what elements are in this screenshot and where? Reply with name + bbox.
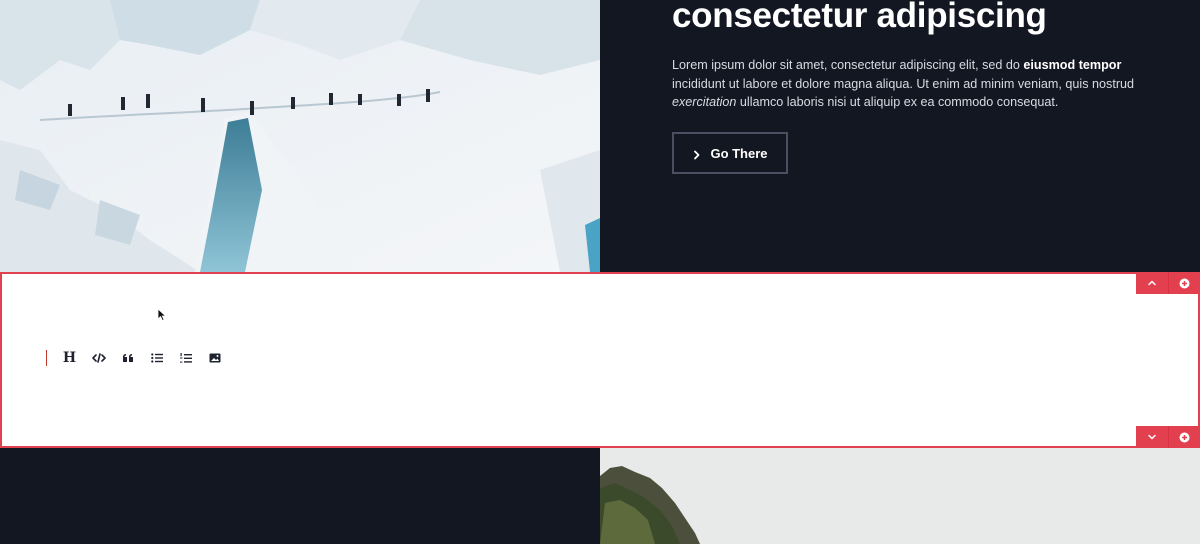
go-there-label: Go There bbox=[710, 145, 768, 161]
hero-paragraph: Lorem ipsum dolor sit amet, consectetur … bbox=[672, 56, 1142, 112]
mountain-image bbox=[600, 448, 1200, 544]
paragraph-italic-text: exercitation bbox=[672, 95, 737, 109]
bullet-list-icon[interactable] bbox=[142, 346, 171, 370]
mouse-pointer-icon bbox=[157, 308, 167, 322]
heading-glyph: H bbox=[62, 350, 77, 366]
block-controls-top bbox=[1136, 272, 1200, 294]
hero-section-top: consectetur adipiscing Lorem ipsum dolor… bbox=[0, 0, 1200, 272]
hero-heading: consectetur adipiscing bbox=[672, 0, 1047, 35]
chevron-up-icon[interactable] bbox=[1136, 272, 1168, 294]
numbered-list-icon[interactable] bbox=[171, 346, 200, 370]
chevron-down-icon[interactable] bbox=[1136, 426, 1168, 448]
block-controls-bottom bbox=[1136, 426, 1200, 448]
paragraph-text-1: Lorem ipsum dolor sit amet, consectetur … bbox=[672, 58, 1024, 72]
block-toolbar: H bbox=[46, 346, 229, 370]
editor-block[interactable]: H bbox=[0, 272, 1200, 448]
add-circle-icon[interactable] bbox=[1168, 426, 1200, 448]
code-icon[interactable] bbox=[84, 346, 113, 370]
chevron-right-icon bbox=[692, 148, 702, 160]
paragraph-text-3: ullamco laboris nisi ut aliquip ex ea co… bbox=[736, 95, 1059, 109]
text-caret bbox=[46, 350, 47, 366]
go-there-button[interactable]: Go There bbox=[672, 132, 788, 174]
hero-section-bottom bbox=[0, 448, 1200, 544]
paragraph-text-2: incididunt ut labore et dolore magna ali… bbox=[672, 76, 1135, 91]
glacier-image bbox=[0, 0, 600, 272]
paragraph-bold-text: eiusmod tempor bbox=[1023, 58, 1122, 72]
heading-icon[interactable]: H bbox=[55, 346, 84, 370]
quote-icon[interactable] bbox=[113, 346, 142, 370]
add-circle-icon[interactable] bbox=[1168, 272, 1200, 294]
image-icon[interactable] bbox=[200, 346, 229, 370]
